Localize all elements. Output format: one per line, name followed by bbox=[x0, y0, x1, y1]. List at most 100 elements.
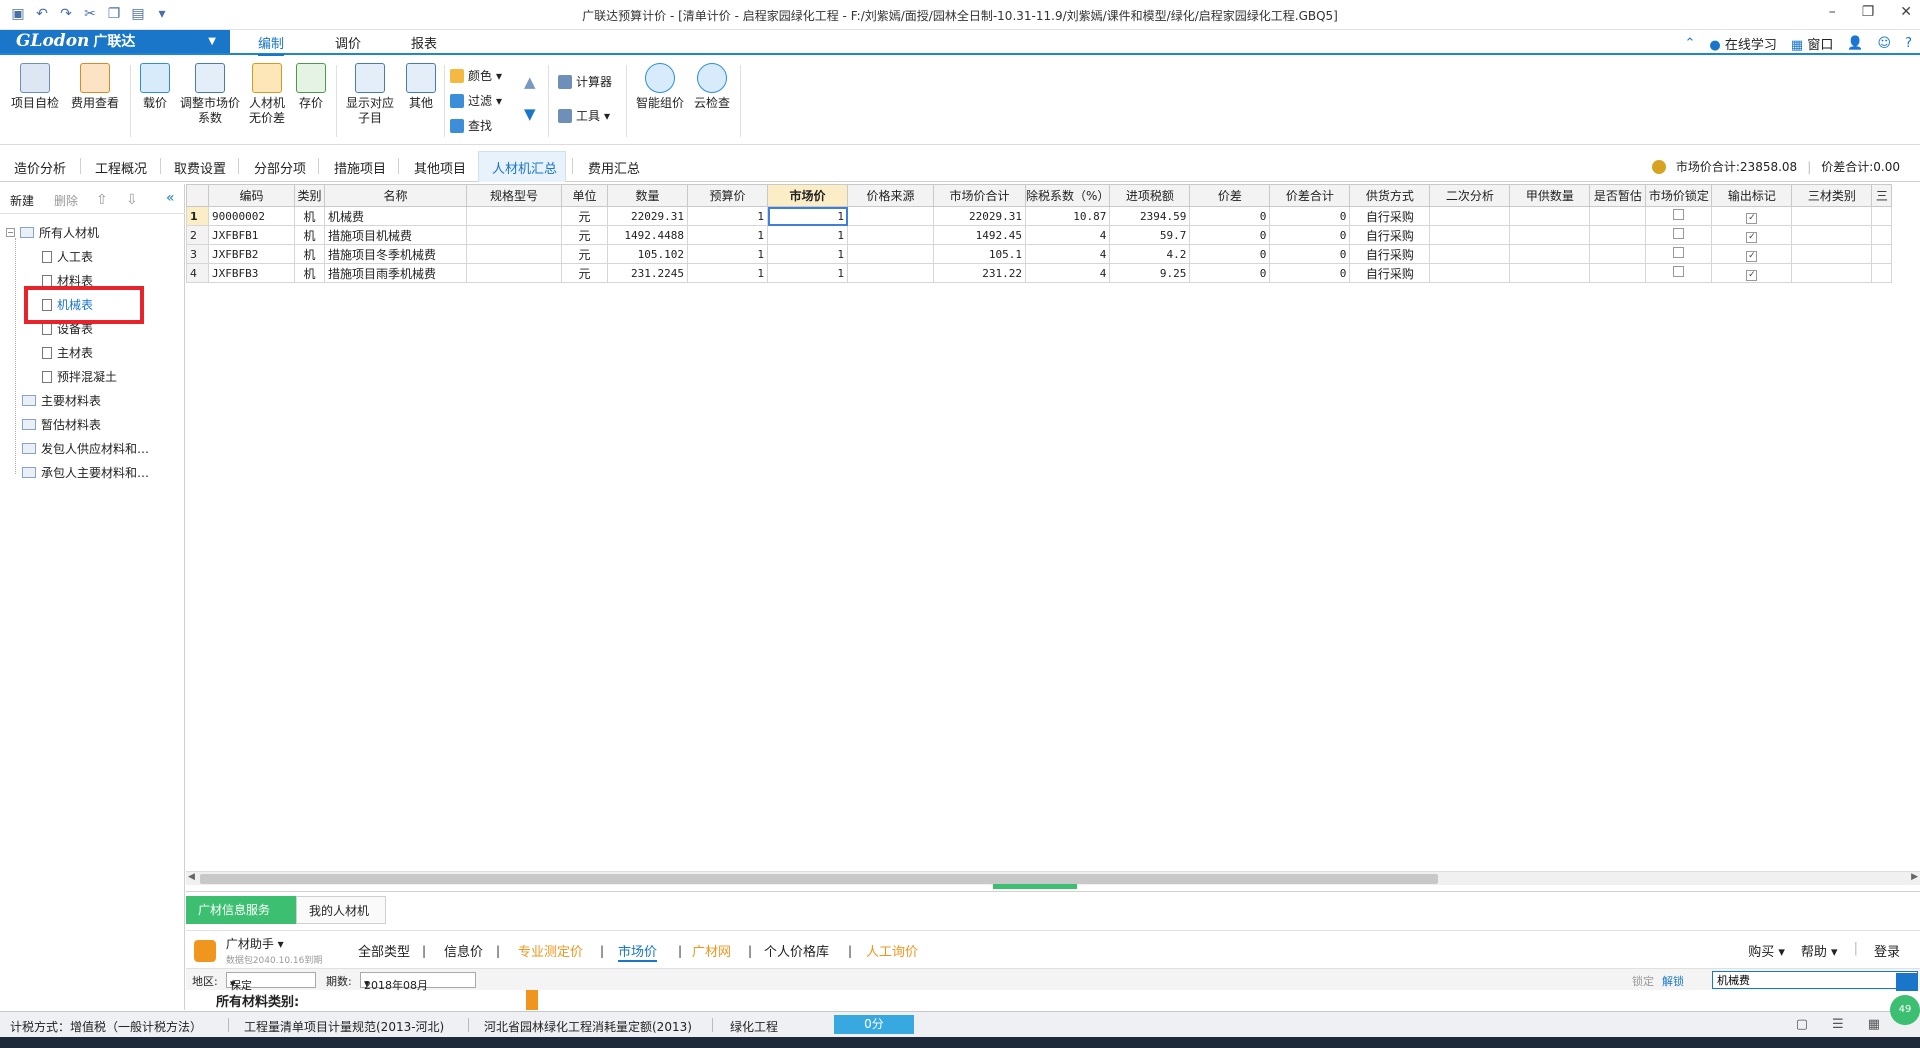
material-search-input[interactable] bbox=[1712, 971, 1918, 989]
cell-quantity[interactable]: 231.2245 bbox=[607, 263, 688, 283]
list-icon[interactable]: ☰ bbox=[1832, 1017, 1844, 1032]
table-row[interactable]: 4 JXFBFB3 机 措施项目雨季机械费 元 231.2245 1 1 231… bbox=[186, 263, 1893, 283]
cell-code[interactable]: 90000002 bbox=[208, 206, 295, 226]
cell-market-price[interactable]: 1 bbox=[767, 225, 848, 245]
online-learning[interactable]: ● 在线学习 bbox=[1709, 34, 1777, 53]
filter-personal-library[interactable]: 个人价格库 bbox=[764, 941, 829, 960]
tab-my-materials[interactable]: 我的人材机 bbox=[296, 896, 386, 924]
load-price-button[interactable]: 载价 bbox=[138, 63, 172, 111]
cell-tax-coefficient[interactable]: 4 bbox=[1024, 225, 1111, 245]
cell-input-tax[interactable]: 2394.59 bbox=[1109, 206, 1191, 226]
search-icon[interactable] bbox=[1896, 973, 1918, 991]
row-number[interactable]: 2 bbox=[186, 225, 209, 245]
calculator-button[interactable]: 计算器 bbox=[558, 73, 612, 90]
cell-budget-price[interactable]: 1 bbox=[687, 206, 768, 226]
delete-button[interactable]: 删除 bbox=[54, 192, 78, 209]
cell-market-price[interactable]: 1 bbox=[767, 206, 848, 226]
cell-market-total[interactable]: 105.1 bbox=[933, 244, 1026, 264]
cell-budget-price[interactable]: 1 bbox=[687, 244, 768, 264]
tree-item-provisional-materials[interactable]: 暂估材料表 bbox=[22, 416, 101, 433]
cell-diff-total[interactable]: 0 bbox=[1269, 244, 1351, 264]
cell-quantity[interactable]: 1492.4488 bbox=[607, 225, 688, 245]
column-header[interactable]: 甲供数量 bbox=[1509, 184, 1591, 207]
move-down-icon[interactable]: ▼ bbox=[524, 105, 536, 123]
column-header[interactable]: 价差合计 bbox=[1269, 184, 1351, 207]
cell-quantity[interactable]: 22029.31 bbox=[607, 206, 688, 226]
cell-input-tax[interactable]: 9.25 bbox=[1109, 263, 1191, 283]
table-row[interactable]: 3 JXFBFB2 机 措施项目冬季机械费 元 105.102 1 1 105.… bbox=[186, 244, 1893, 264]
cell-market-total[interactable]: 1492.45 bbox=[933, 225, 1026, 245]
scrollbar-thumb[interactable] bbox=[200, 874, 1438, 884]
cell-unit[interactable]: 元 bbox=[561, 206, 608, 226]
period-select[interactable]: 2018年08月 ▾ bbox=[360, 972, 476, 992]
cell-supply-method[interactable]: 自行采购 bbox=[1349, 206, 1431, 226]
cell-extra[interactable] bbox=[1871, 206, 1893, 226]
cell-three-material[interactable] bbox=[1791, 244, 1873, 264]
expand-icon[interactable]: − bbox=[6, 228, 15, 237]
column-header[interactable]: 名称 bbox=[324, 184, 467, 207]
cell-spec[interactable] bbox=[466, 225, 562, 245]
tab-report[interactable]: 报表 bbox=[411, 33, 437, 52]
cell-three-material[interactable] bbox=[1791, 225, 1873, 245]
filter-button[interactable]: 过滤 ▾ bbox=[450, 92, 502, 109]
material-assistant[interactable]: 广材助手 ▾ 数据包2040.10.16到期 bbox=[194, 935, 322, 966]
cell-code[interactable]: JXFBFB1 bbox=[208, 225, 295, 245]
output-checkbox[interactable]: ✓ bbox=[1746, 250, 1758, 262]
output-checkbox[interactable]: ✓ bbox=[1746, 231, 1758, 243]
cell-diff-total[interactable]: 0 bbox=[1269, 225, 1351, 245]
column-header[interactable]: 单位 bbox=[561, 184, 608, 207]
cell-tax-coefficient[interactable]: 4 bbox=[1024, 244, 1111, 264]
table-row[interactable]: 1 90000002 机 机械费 元 22029.31 1 1 22029.31… bbox=[186, 206, 1893, 226]
column-header[interactable]: 三 bbox=[1871, 184, 1893, 207]
cell-price-diff[interactable]: 0 bbox=[1189, 263, 1271, 283]
tab-other-items[interactable]: 其他项目 bbox=[414, 158, 466, 177]
labor-material-button[interactable]: 人材机 无价差 bbox=[246, 63, 288, 126]
tab-adjust[interactable]: 调价 bbox=[335, 33, 361, 52]
cell-code[interactable]: JXFBFB2 bbox=[208, 244, 295, 264]
cell-name[interactable]: 措施项目冬季机械费 bbox=[324, 244, 467, 264]
cell-price-diff[interactable]: 0 bbox=[1189, 244, 1271, 264]
save-price-button[interactable]: 存价 bbox=[294, 63, 328, 111]
cell-output-mark[interactable]: ✓ bbox=[1711, 225, 1793, 245]
cell-owner-qty[interactable] bbox=[1509, 244, 1591, 264]
cell-name[interactable]: 措施项目雨季机械费 bbox=[324, 263, 467, 283]
cell-market-total[interactable]: 231.22 bbox=[933, 263, 1026, 283]
cell-spec[interactable] bbox=[466, 244, 562, 264]
grid-view-icon[interactable]: ▦ bbox=[1868, 1017, 1880, 1032]
color-button[interactable]: 颜色 ▾ bbox=[450, 67, 502, 84]
cell-lock[interactable] bbox=[1645, 244, 1713, 264]
cell-supply-method[interactable]: 自行采购 bbox=[1349, 244, 1431, 264]
notification-badge[interactable]: 49 bbox=[1890, 995, 1920, 1025]
column-header[interactable]: 规格型号 bbox=[466, 184, 562, 207]
service-icon[interactable]: ☺ bbox=[1878, 36, 1892, 51]
adjust-market-button[interactable]: 调整市场价 系数 bbox=[178, 63, 242, 126]
tools-button[interactable]: 工具 ▾ bbox=[558, 107, 610, 124]
cell-provisional[interactable] bbox=[1589, 263, 1647, 283]
column-header[interactable]: 供货方式 bbox=[1349, 184, 1431, 207]
cell-provisional[interactable] bbox=[1589, 206, 1647, 226]
cell-input-tax[interactable]: 4.2 bbox=[1109, 244, 1191, 264]
cell-supply-method[interactable]: 自行采购 bbox=[1349, 263, 1431, 283]
move-up-icon[interactable]: ⇧ bbox=[96, 192, 108, 208]
cell-quantity[interactable]: 105.102 bbox=[607, 244, 688, 264]
cloud-check-button[interactable]: 云检查 bbox=[692, 63, 732, 111]
cell-diff-total[interactable]: 0 bbox=[1269, 206, 1351, 226]
column-header[interactable]: 类别 bbox=[294, 184, 325, 207]
login-button[interactable]: 登录 bbox=[1874, 941, 1900, 960]
app-logo[interactable]: GLodon 广联达 ▼ bbox=[0, 30, 230, 53]
cell-category[interactable]: 机 bbox=[294, 206, 325, 226]
cell-code[interactable]: JXFBFB3 bbox=[208, 263, 295, 283]
cell-three-material[interactable] bbox=[1791, 206, 1873, 226]
column-header[interactable]: 预算价 bbox=[687, 184, 768, 207]
tab-fee-summary[interactable]: 费用汇总 bbox=[588, 158, 640, 177]
close-icon[interactable]: ✕ bbox=[1900, 4, 1912, 20]
restore-icon[interactable]: ❐ bbox=[1862, 4, 1875, 20]
column-header[interactable]: 三材类别 bbox=[1791, 184, 1873, 207]
help-icon[interactable]: ? bbox=[1905, 36, 1912, 51]
column-header[interactable]: 市场价合计 bbox=[933, 184, 1026, 207]
row-number[interactable]: 3 bbox=[186, 244, 209, 264]
lock-checkbox[interactable] bbox=[1673, 247, 1685, 258]
lock-checkbox[interactable] bbox=[1673, 228, 1685, 239]
cell-extra[interactable] bbox=[1871, 225, 1893, 245]
cell-secondary-analysis[interactable] bbox=[1429, 244, 1511, 264]
